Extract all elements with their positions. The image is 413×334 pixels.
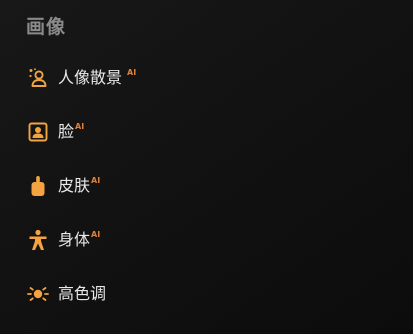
menu-item-label: 人像散景: [58, 68, 123, 87]
ai-badge: AI: [75, 122, 85, 131]
skin-icon: [26, 174, 50, 198]
menu-item-face[interactable]: 脸 AI: [26, 117, 84, 147]
high-key-icon: [26, 282, 50, 306]
menu-item-body[interactable]: 身体 AI: [26, 225, 100, 255]
menu-item-portrait-bokeh[interactable]: 人像散景 AI: [26, 63, 136, 93]
ai-badge: AI: [127, 68, 137, 77]
menu-item-label: 脸: [58, 122, 75, 141]
ai-badge: AI: [91, 230, 101, 239]
menu-item-label: 皮肤: [58, 176, 91, 195]
body-icon: [26, 228, 50, 252]
portrait-panel: 画像 人像散景 AI 脸 AI 皮肤 AI 身体 AI 高色调: [0, 0, 413, 334]
menu-item-skin[interactable]: 皮肤 AI: [26, 171, 100, 201]
menu-item-label: 高色调: [58, 284, 107, 303]
face-icon: [26, 120, 50, 144]
menu-item-high-key[interactable]: 高色调: [26, 279, 106, 309]
person-bokeh-icon: [26, 66, 50, 90]
ai-badge: AI: [91, 176, 101, 185]
menu-item-label: 身体: [58, 230, 91, 249]
section-title: 画像: [26, 16, 67, 38]
